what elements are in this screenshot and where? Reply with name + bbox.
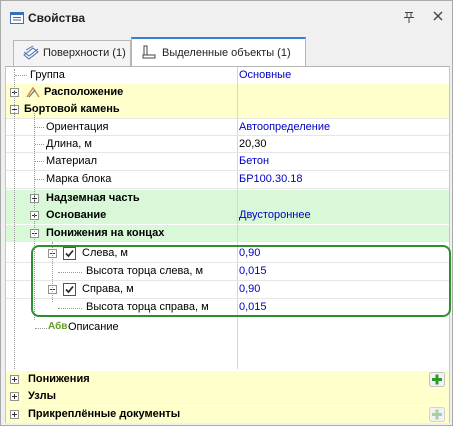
- tree-line: [15, 75, 27, 76]
- tree-line: [35, 179, 44, 180]
- tab-strip: Поверхности (1) Выделенные объекты (1): [1, 35, 452, 67]
- tab-surfaces[interactable]: Поверхности (1): [13, 40, 131, 66]
- title-bar: Свойства: [1, 1, 452, 35]
- length-value[interactable]: 20,30: [239, 138, 267, 150]
- abc-icon: Абв: [48, 321, 68, 332]
- end-lowerings-label: Понижения на концах: [46, 227, 165, 239]
- row-description[interactable]: Абв Описание: [6, 319, 449, 336]
- row-divider: [6, 170, 449, 171]
- tab-selected-objects[interactable]: Выделенные объекты (1): [131, 37, 306, 67]
- expand-nodes-icon[interactable]: [10, 392, 19, 401]
- length-label: Длина, м: [46, 138, 92, 150]
- properties-window: Свойства Поверхности (1) Выделенные объе…: [0, 0, 453, 426]
- tab-surfaces-label: Поверхности (1): [43, 47, 126, 59]
- pin-icon[interactable]: [403, 11, 415, 27]
- row-orientation[interactable]: Ориентация Автоопределение: [6, 119, 449, 136]
- group-label: Группа: [30, 69, 65, 81]
- base-value[interactable]: Двустороннее: [239, 209, 311, 221]
- base-label: Основание: [46, 209, 107, 221]
- tree-line: [35, 127, 44, 128]
- group-value[interactable]: Основные: [239, 69, 291, 81]
- material-value[interactable]: Бетон: [239, 155, 269, 167]
- surfaces-icon: [23, 45, 39, 64]
- row-length[interactable]: Длина, м 20,30: [6, 136, 449, 153]
- nodes-label: Узлы: [28, 390, 56, 402]
- resize-grip-icon[interactable]: [444, 421, 452, 426]
- row-block[interactable]: Марка блока БР100.30.18: [6, 171, 449, 188]
- tree-line: [35, 161, 44, 162]
- location-label: Расположение: [44, 86, 124, 98]
- column-separator[interactable]: [237, 67, 238, 369]
- block-value[interactable]: БР100.30.18: [239, 173, 303, 185]
- row-material[interactable]: Материал Бетон: [6, 153, 449, 170]
- row-divider: [6, 135, 449, 136]
- window-title: Свойства: [28, 11, 86, 25]
- category-nodes[interactable]: Узлы: [6, 388, 449, 405]
- orientation-label: Ориентация: [46, 121, 109, 133]
- add-lowering-icon[interactable]: [429, 372, 445, 387]
- curb-label: Бортовой камень: [24, 103, 120, 115]
- properties-icon: [10, 12, 24, 27]
- tree-line: [14, 69, 15, 369]
- attached-documents-label: Прикреплённые документы: [28, 408, 181, 420]
- row-divider: [6, 152, 449, 153]
- add-document-icon[interactable]: [429, 407, 445, 422]
- tree-line: [35, 144, 44, 145]
- category-lowerings[interactable]: Понижения: [6, 371, 449, 388]
- block-label: Марка блока: [46, 173, 112, 185]
- tab-selected-objects-label: Выделенные объекты (1): [162, 47, 291, 59]
- material-label: Материал: [46, 155, 97, 167]
- category-location[interactable]: Расположение: [6, 84, 449, 101]
- category-curb[interactable]: Бортовой камень: [6, 101, 449, 118]
- close-icon[interactable]: [432, 10, 444, 25]
- row-divider: [6, 118, 449, 119]
- subcategory-base[interactable]: Основание Двустороннее: [6, 207, 449, 224]
- expand-lowerings-icon[interactable]: [10, 375, 19, 384]
- highlight-frame: [31, 245, 451, 317]
- lowerings-label: Понижения: [28, 373, 90, 385]
- description-label: Описание: [68, 321, 119, 333]
- location-icon: [26, 86, 40, 102]
- category-attached-documents[interactable]: Прикреплённые документы: [6, 406, 449, 423]
- row-divider: [6, 188, 449, 189]
- selected-objects-icon: [142, 45, 156, 62]
- row-group[interactable]: Группа Основные: [6, 67, 449, 84]
- subcategory-end-lowerings[interactable]: Понижения на концах: [6, 225, 449, 242]
- orientation-value[interactable]: Автоопределение: [239, 121, 330, 133]
- above-ground-label: Надземная часть: [46, 192, 140, 204]
- expand-attached-documents-icon[interactable]: [10, 410, 19, 419]
- subcategory-above-ground[interactable]: Надземная часть: [6, 190, 449, 207]
- tree-line: [35, 328, 47, 329]
